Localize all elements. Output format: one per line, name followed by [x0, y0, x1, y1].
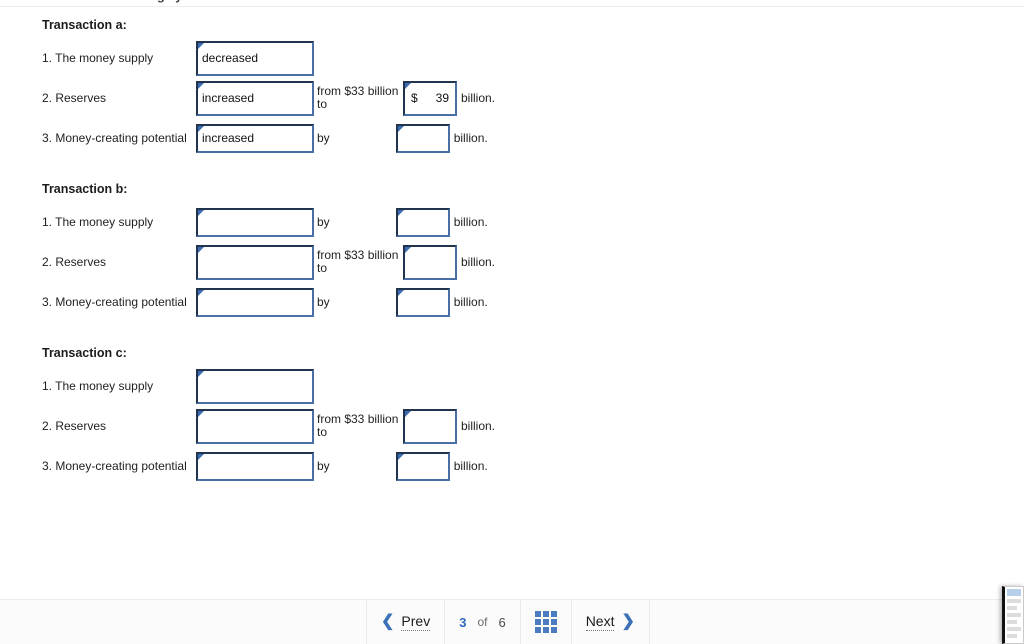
direction-select-field[interactable] — [196, 368, 314, 404]
amount-value: 39 — [435, 90, 449, 105]
grid-cell — [542, 611, 549, 617]
row-label: 2. Reserves — [42, 91, 107, 105]
page-of-label: of — [477, 615, 488, 629]
page-indicator: 3 of 6 — [445, 600, 521, 644]
worksheet-row: 2. Reserves increased from $33 billion to $… — [0, 78, 1024, 118]
amount-unit-label: billion. — [461, 255, 496, 269]
direction-select-value: increased — [202, 90, 255, 105]
worksheet-row: 1. The money supply by billion. — [0, 202, 1024, 242]
transaction-title: Transaction a: — [42, 18, 127, 32]
direction-select-field[interactable] — [196, 287, 314, 317]
header-divider — [0, 6, 1024, 7]
transaction-title: Transaction b: — [42, 182, 128, 196]
thumbnail-line — [1007, 599, 1021, 603]
direction-select-field[interactable]: increased — [196, 80, 314, 116]
grid-cell — [534, 611, 541, 617]
row-connector-text: by — [317, 131, 330, 145]
amount-unit-label: billion. — [461, 91, 496, 105]
thumbnail-line — [1007, 606, 1017, 610]
row-label: 3. Money-creating potential — [42, 131, 187, 145]
thumbnail-line — [1007, 634, 1017, 638]
footer-nav-group: ❮ Prev 3 of 6 Next ❯ — [366, 600, 650, 644]
direction-select-field[interactable]: decreased — [196, 40, 314, 76]
amount-input-field[interactable] — [395, 123, 450, 153]
row-label: 2. Reserves — [42, 419, 107, 433]
row-connector-text: from $33 billion to — [317, 248, 399, 275]
direction-select-field[interactable] — [196, 451, 314, 481]
worksheet-row: 2. Reserves from $33 billion to billion. — [0, 406, 1024, 446]
current-page-number: 3 — [459, 614, 467, 630]
row-label: 2. Reserves — [42, 255, 107, 269]
chevron-left-icon: ❮ — [381, 613, 395, 630]
amount-input-inner: $39 — [409, 83, 451, 114]
amount-input-field[interactable] — [395, 207, 450, 237]
worksheet-row: 1. The money supply — [0, 366, 1024, 406]
amount-input-field[interactable]: $39 — [403, 80, 457, 116]
grid-view-button[interactable] — [521, 600, 572, 644]
chevron-right-icon: ❯ — [621, 613, 635, 630]
amount-unit-label: billion. — [453, 295, 488, 309]
amount-unit-label: billion. — [453, 131, 488, 145]
grid-cell — [550, 619, 557, 625]
next-button-label[interactable]: Next — [585, 613, 615, 631]
row-label: 1. The money supply — [42, 51, 154, 65]
worksheet-row: 3. Money-creating potential increased by bi… — [0, 118, 1024, 158]
row-label: 3. Money-creating potential — [42, 295, 187, 309]
row-connector-text: by — [317, 459, 330, 473]
amount-unit-label: billion. — [453, 459, 488, 473]
worksheet-row: 3. Money-creating potential by billion. — [0, 282, 1024, 322]
clipped-question-heading: commercial banking system occurred as a … — [42, 0, 942, 5]
thumbnail-line — [1007, 620, 1017, 624]
grid-cell — [534, 619, 541, 625]
footer-nav-bar: ❮ Prev 3 of 6 Next ❯ — [0, 599, 1024, 644]
amount-input-field[interactable] — [395, 451, 450, 481]
row-connector-text: from $33 billion to — [317, 412, 399, 439]
amount-input-field[interactable] — [403, 408, 457, 444]
amount-input-field[interactable] — [403, 244, 457, 280]
row-connector-text: by — [317, 215, 330, 229]
amount-unit-label: billion. — [461, 419, 496, 433]
grid-3x3-icon[interactable] — [534, 611, 557, 633]
row-connector-text: from $33 billion to — [317, 84, 399, 111]
thumbnail-header-bar — [1007, 589, 1021, 596]
prev-button[interactable]: ❮ Prev — [366, 600, 446, 644]
worksheet-row: 3. Money-creating potential by billion. — [0, 446, 1024, 486]
total-pages-number: 6 — [498, 614, 506, 630]
thumbnail-line — [1007, 613, 1021, 617]
grid-cell — [542, 627, 549, 633]
grid-cell — [542, 619, 549, 625]
row-label: 3. Money-creating potential — [42, 459, 187, 473]
row-label: 1. The money supply — [42, 379, 154, 393]
grid-cell — [534, 627, 541, 633]
thumbnail-preview-panel[interactable] — [1002, 586, 1024, 644]
prev-button-label[interactable]: Prev — [401, 613, 431, 631]
grid-cell — [550, 611, 557, 617]
direction-select-field[interactable] — [196, 244, 314, 280]
amount-input-field[interactable] — [395, 287, 450, 317]
grid-cell — [550, 627, 557, 633]
direction-select-field[interactable]: increased — [196, 123, 314, 153]
next-button[interactable]: Next ❯ — [572, 600, 650, 644]
transaction-title: Transaction c: — [42, 346, 127, 360]
direction-select-field[interactable] — [196, 408, 314, 444]
currency-symbol: $ — [411, 90, 418, 105]
worksheet-body: Transaction a: 1. The money supply decreas… — [0, 10, 1024, 486]
thumbnail-line — [1007, 627, 1021, 631]
row-label: 1. The money supply — [42, 215, 154, 229]
worksheet-row: 2. Reserves from $33 billion to billion. — [0, 242, 1024, 282]
amount-unit-label: billion. — [453, 215, 488, 229]
direction-select-value: decreased — [202, 50, 259, 65]
direction-select-field[interactable] — [196, 207, 314, 237]
direction-select-value: increased — [202, 130, 255, 145]
worksheet-row: 1. The money supply decreased — [0, 38, 1024, 78]
row-connector-text: by — [317, 295, 330, 309]
